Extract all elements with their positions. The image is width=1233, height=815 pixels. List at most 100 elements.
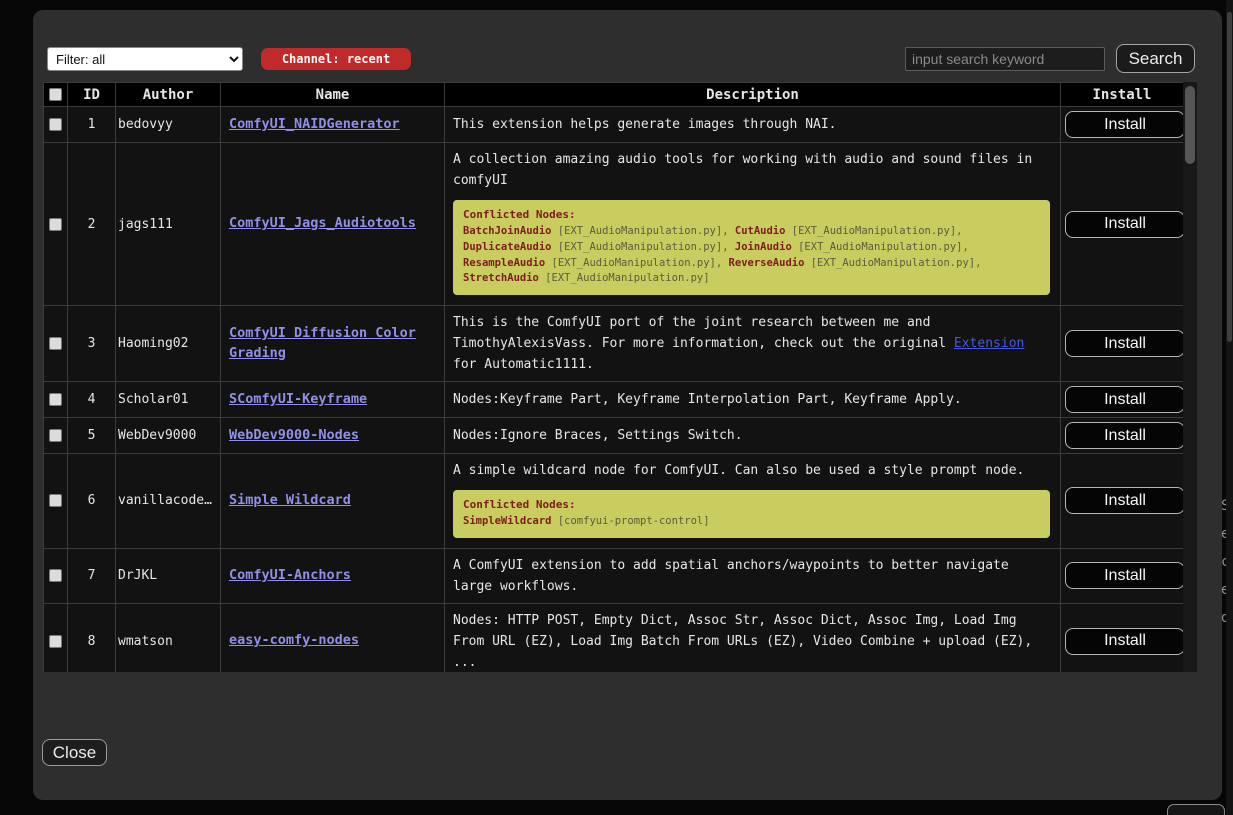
table-row: 6vanillacode…Simple WildcardA simple wil… (44, 454, 1184, 549)
conflicted-nodes-warning: Conflicted Nodes:SimpleWildcard [comfyui… (453, 490, 1050, 538)
conflict-node-file: [EXT_AudioManipulation.py] (811, 257, 975, 269)
header-description: Description (445, 83, 1061, 107)
row-checkbox[interactable] (49, 337, 62, 350)
conflict-node-name: ReverseAudio (729, 257, 805, 269)
conflict-node-name: CutAudio (735, 225, 786, 237)
table-scrollbar[interactable] (1183, 82, 1197, 672)
row-author: DrJKL (116, 548, 221, 603)
nodes-table-scroll[interactable]: ID Author Name Description Install 1bedo… (43, 82, 1197, 672)
install-button[interactable]: Install (1065, 422, 1185, 449)
node-name-link[interactable]: Simple Wildcard (229, 492, 351, 508)
row-id: 5 (68, 418, 116, 454)
row-install-cell: Install (1061, 143, 1184, 306)
header-id: ID (68, 83, 116, 107)
header-name: Name (221, 83, 445, 107)
row-checkbox[interactable] (49, 429, 62, 442)
row-description-cell: Nodes:Ignore Braces, Settings Switch. (445, 418, 1061, 454)
header-install: Install (1061, 83, 1184, 107)
row-install-cell: Install (1061, 454, 1184, 549)
conflict-node-name: DuplicateAudio (463, 241, 552, 253)
conflict-node-file: [EXT_AudioManipulation.py] (798, 241, 962, 253)
header-checkbox-cell (44, 83, 68, 107)
conflict-node-file: [EXT_AudioManipulation.py] (552, 257, 716, 269)
node-name-link[interactable]: ComfyUI_NAIDGenerator (229, 116, 400, 132)
row-description-cell: A collection amazing audio tools for wor… (445, 143, 1061, 306)
install-button[interactable]: Install (1065, 211, 1185, 238)
row-install-cell: Install (1061, 306, 1184, 382)
row-author: Haoming02 (116, 306, 221, 382)
description-link[interactable]: Extension (954, 336, 1024, 351)
table-row: 5WebDev9000 WebDev9000-Nodes Nodes:Ignore … (44, 418, 1184, 454)
row-install-cell: Install (1061, 418, 1184, 454)
conflict-node-name: BatchJoinAudio (463, 225, 552, 237)
row-author: wmatson (116, 603, 221, 672)
close-button[interactable]: Close (42, 739, 107, 766)
conflict-node-file: [EXT_AudioManipulation.py] (792, 225, 956, 237)
row-checkbox-cell (44, 143, 68, 306)
page-background: Filter: all Channel: recent Search ID Au… (0, 0, 1233, 815)
node-name-link[interactable]: SComfyUI-Keyframe (229, 391, 367, 407)
row-description-cell: A simple wildcard node for ComfyUI. Can … (445, 454, 1061, 549)
row-checkbox[interactable] (49, 494, 62, 507)
conflict-node-name: StretchAudio (463, 272, 539, 284)
install-button[interactable]: Install (1065, 487, 1185, 514)
row-author: WebDev9000 (116, 418, 221, 454)
node-name-link[interactable]: ComfyUI_Jags_Audiotools (229, 215, 416, 231)
filter-select[interactable]: Filter: all (47, 47, 243, 71)
search-input[interactable] (905, 47, 1105, 71)
row-id: 7 (68, 548, 116, 603)
row-id: 8 (68, 603, 116, 672)
conflict-list: BatchJoinAudio [EXT_AudioManipulation.py… (463, 224, 1040, 287)
row-description-cell: A ComfyUI extension to add spatial ancho… (445, 548, 1061, 603)
custom-nodes-dialog: Filter: all Channel: recent Search ID Au… (33, 10, 1222, 800)
select-all-checkbox[interactable] (49, 88, 62, 101)
row-checkbox-cell (44, 603, 68, 672)
search-button[interactable]: Search (1116, 44, 1195, 73)
row-id: 4 (68, 382, 116, 418)
table-row: 2jags111ComfyUI_Jags_AudiotoolsA collect… (44, 143, 1184, 306)
table-row: 3Haoming02ComfyUI Diffusion Color Gradin… (44, 306, 1184, 382)
occluded-button (1167, 804, 1225, 815)
row-id: 6 (68, 454, 116, 549)
row-checkbox[interactable] (49, 635, 62, 648)
row-name-cell: ComfyUI Diffusion Color Grading (221, 306, 445, 382)
table-row: 1bedovyyComfyUI_NAIDGeneratorThis extens… (44, 107, 1184, 143)
row-install-cell: Install (1061, 548, 1184, 603)
row-name-cell: SComfyUI-Keyframe (221, 382, 445, 418)
table-scrollbar-thumb[interactable] (1185, 86, 1195, 164)
row-name-cell: WebDev9000-Nodes (221, 418, 445, 454)
conflict-list: SimpleWildcard [comfyui-prompt-control] (463, 514, 1040, 530)
install-button[interactable]: Install (1065, 330, 1185, 357)
node-name-link[interactable]: ComfyUI-Anchors (229, 567, 351, 583)
install-button[interactable]: Install (1065, 562, 1185, 589)
row-description-cell: This is the ComfyUI port of the joint re… (445, 306, 1061, 382)
install-button[interactable]: Install (1065, 628, 1185, 655)
row-checkbox[interactable] (49, 118, 62, 131)
row-description: This is the ComfyUI port of the joint re… (453, 312, 1052, 375)
row-description: A simple wildcard node for ComfyUI. Can … (453, 460, 1052, 481)
conflict-node-file: [comfyui-prompt-control] (558, 515, 710, 527)
row-checkbox[interactable] (49, 393, 62, 406)
node-name-link[interactable]: easy-comfy-nodes (229, 632, 359, 648)
conflict-title: Conflicted Nodes: (463, 208, 1040, 221)
row-name-cell: Simple Wildcard (221, 454, 445, 549)
table-row: 4Scholar01SComfyUI-KeyframeNodes:Keyfram… (44, 382, 1184, 418)
header-author: Author (116, 83, 221, 107)
node-name-link[interactable]: ComfyUI Diffusion Color Grading (229, 325, 416, 361)
table-header-row: ID Author Name Description Install (44, 83, 1184, 107)
row-checkbox[interactable] (49, 569, 62, 582)
conflict-node-name: JoinAudio (735, 241, 792, 253)
row-description: Nodes: HTTP POST, Empty Dict, Assoc Str,… (453, 610, 1052, 672)
row-author: jags111 (116, 143, 221, 306)
row-checkbox[interactable] (49, 218, 62, 231)
page-scrollbar[interactable] (1226, 0, 1233, 815)
row-description: This extension helps generate images thr… (453, 114, 1052, 135)
node-name-link[interactable]: WebDev9000-Nodes (229, 427, 359, 443)
conflicted-nodes-warning: Conflicted Nodes: BatchJoinAudio [EXT_Aud… (453, 200, 1050, 295)
install-button[interactable]: Install (1065, 111, 1185, 138)
conflict-node-name: ResampleAudio (463, 257, 545, 269)
table-row: 8wmatson easy-comfy-nodes Nodes: HTTP POST… (44, 603, 1184, 672)
install-button[interactable]: Install (1065, 386, 1185, 413)
page-scrollbar-thumb[interactable] (1227, 12, 1232, 342)
row-name-cell: ComfyUI_Jags_Audiotools (221, 143, 445, 306)
